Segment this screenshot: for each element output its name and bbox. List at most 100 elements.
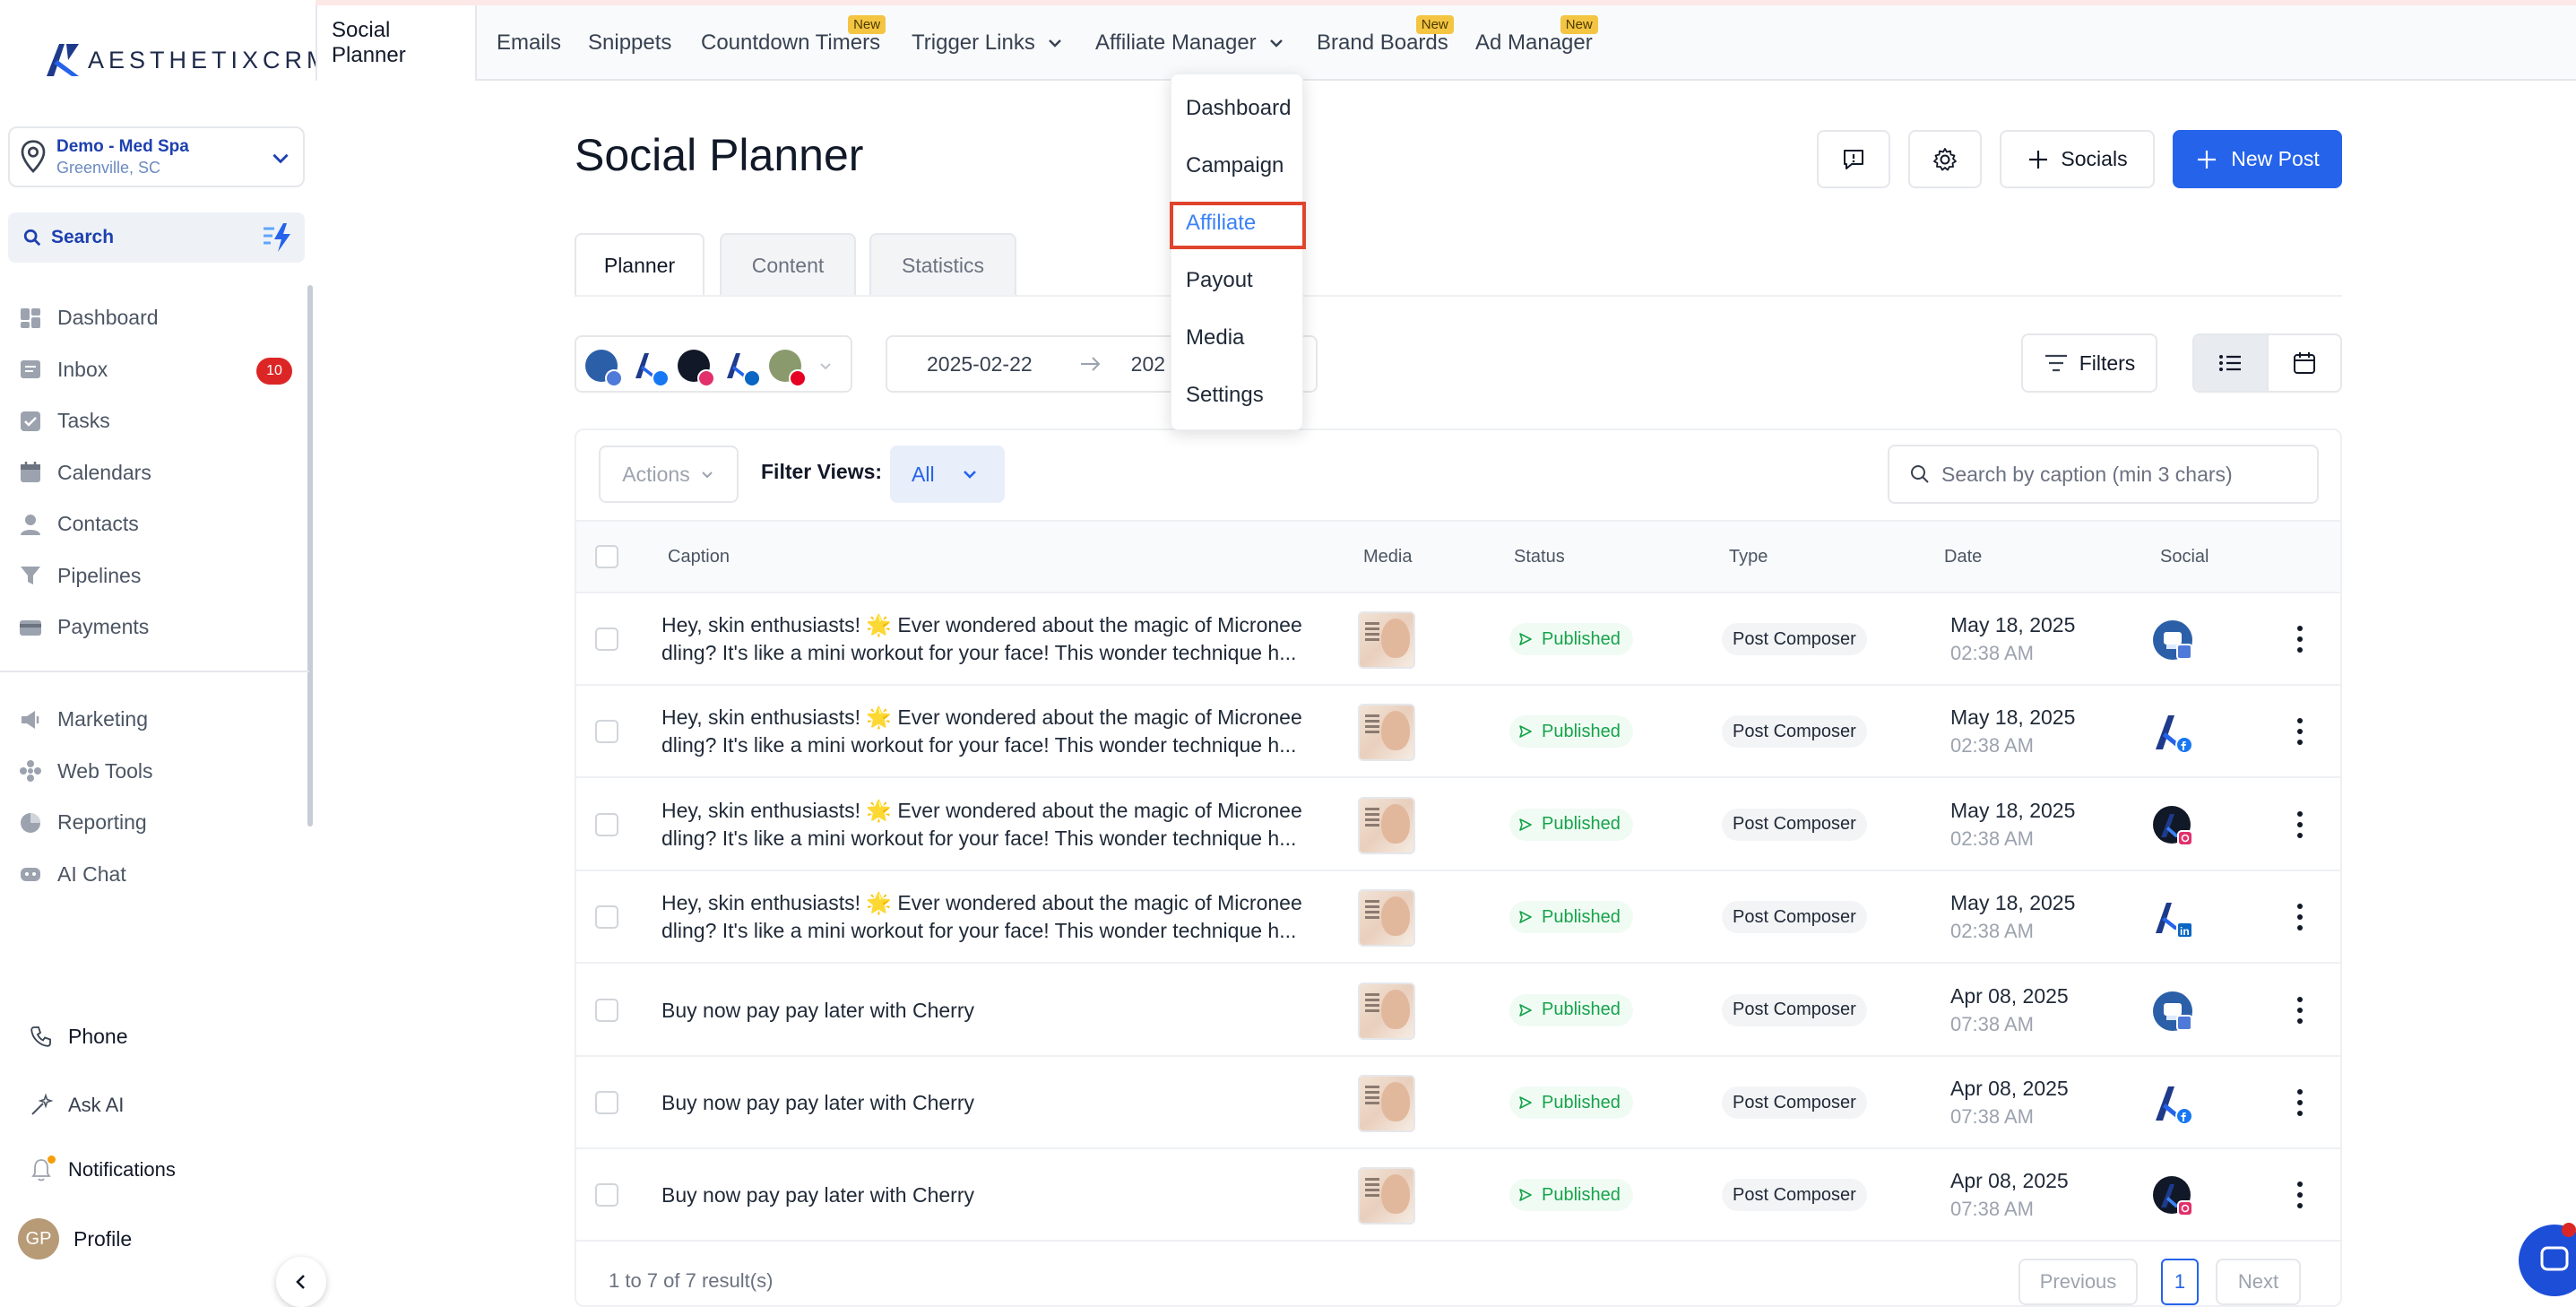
more-options-icon[interactable] <box>2295 624 2304 654</box>
select-all-checkbox[interactable] <box>595 545 618 568</box>
row-checkbox[interactable] <box>595 1091 618 1114</box>
sidebar-item-contacts[interactable]: Contacts <box>0 498 316 550</box>
caption-line-2[interactable]: dling? It's like a mini workout for your… <box>661 731 1336 759</box>
add-socials-button[interactable]: Socials <box>2000 130 2155 188</box>
caption-line-2[interactable]: dling? It's like a mini workout for your… <box>661 639 1336 667</box>
more-options-icon[interactable] <box>2295 1180 2304 1210</box>
tab-countdown-timers[interactable]: Countdown Timers New <box>701 5 886 81</box>
more-options-icon[interactable] <box>2295 902 2304 932</box>
caption-line-1[interactable]: Buy now pay pay later with Cherry <box>661 997 1336 1025</box>
media-thumbnail[interactable] <box>1358 982 1415 1040</box>
sidebar-item-calendars[interactable]: Calendars <box>0 447 316 499</box>
table-row[interactable]: Buy now pay pay later with Cherry Publis… <box>576 1057 2340 1149</box>
tab-emails[interactable]: Emails <box>497 5 561 81</box>
caption-line-1[interactable]: Hey, skin enthusiasts! 🌟 Ever wondered a… <box>661 889 1336 917</box>
feedback-button[interactable] <box>1817 130 1890 188</box>
sidebar-item-reporting[interactable]: Reporting <box>0 797 316 849</box>
ask-ai-button[interactable]: Ask AI <box>27 1091 124 1120</box>
menu-item-dashboard[interactable]: Dashboard <box>1186 96 1291 121</box>
tab-brand-boards[interactable]: Brand Boards New <box>1317 5 1454 81</box>
previous-page-button[interactable]: Previous <box>2018 1259 2138 1305</box>
tab-snippets[interactable]: Snippets <box>588 5 671 81</box>
profile-button[interactable]: GP Profile <box>18 1218 132 1259</box>
media-thumbnail[interactable] <box>1358 704 1415 762</box>
sidebar-item-payments[interactable]: Payments <box>0 602 316 654</box>
menu-item-media[interactable]: Media <box>1186 325 1244 351</box>
next-page-button[interactable]: Next <box>2216 1259 2301 1305</box>
menu-item-payout[interactable]: Payout <box>1186 268 1253 293</box>
tab-social-planner[interactable]: Social Planner <box>316 5 477 81</box>
type-badge: Post Composer <box>1722 623 1867 655</box>
caption-line-1[interactable]: Hey, skin enthusiasts! 🌟 Ever wondered a… <box>661 611 1336 639</box>
collapse-sidebar-button[interactable] <box>276 1257 326 1307</box>
caption-search-input[interactable]: Search by caption (min 3 chars) <box>1888 445 2319 504</box>
menu-item-settings[interactable]: Settings <box>1186 383 1264 408</box>
table-row[interactable]: Hey, skin enthusiasts! 🌟 Ever wondered a… <box>576 779 2340 871</box>
table-row[interactable]: Buy now pay pay later with Cherry Publis… <box>576 1149 2340 1242</box>
actions-dropdown[interactable]: Actions <box>599 446 739 503</box>
sidebar-search[interactable]: Search <box>8 212 305 263</box>
inbox-count-badge: 10 <box>256 357 292 385</box>
tab-trigger-links[interactable]: Trigger Links <box>912 5 1064 81</box>
caption-line-1[interactable]: Buy now pay pay later with Cherry <box>661 1089 1336 1117</box>
row-checkbox[interactable] <box>595 628 618 651</box>
sparkle-icon <box>27 1091 56 1120</box>
tab-ad-manager[interactable]: Ad Manager New <box>1475 5 1598 81</box>
facebook-social-icon <box>2152 712 2193 755</box>
list-view-button[interactable] <box>2194 335 2269 391</box>
sidebar-item-web-tools[interactable]: Web Tools <box>0 746 316 798</box>
tab-label: Content <box>751 253 825 277</box>
more-options-icon[interactable] <box>2295 809 2304 840</box>
table-row[interactable]: Hey, skin enthusiasts! 🌟 Ever wondered a… <box>576 686 2340 779</box>
account-selector[interactable] <box>575 335 852 393</box>
caption-line-2[interactable]: dling? It's like a mini workout for your… <box>661 917 1336 945</box>
row-checkbox[interactable] <box>595 998 618 1022</box>
new-post-label: New Post <box>2231 147 2320 170</box>
settings-button[interactable] <box>1908 130 1982 188</box>
sidebar-item-label: Tasks <box>57 409 110 433</box>
menu-item-campaign[interactable]: Campaign <box>1186 153 1284 178</box>
table-row[interactable]: Hey, skin enthusiasts! 🌟 Ever wondered a… <box>576 871 2340 965</box>
more-options-icon[interactable] <box>2295 995 2304 1026</box>
tab-planner[interactable]: Planner <box>575 233 705 296</box>
phone-button[interactable]: Phone <box>27 1022 128 1051</box>
sidebar-item-ai-chat[interactable]: AI Chat <box>0 849 316 901</box>
row-checkbox[interactable] <box>595 905 618 930</box>
media-thumbnail[interactable] <box>1358 889 1415 948</box>
location-switcher[interactable]: Demo - Med Spa Greenville, SC <box>8 126 305 187</box>
filters-button[interactable]: Filters <box>2021 333 2157 393</box>
tab-label: Planner <box>603 253 676 277</box>
new-post-button[interactable]: New Post <box>2173 130 2342 188</box>
brand-logo[interactable]: AESTHETIXCRM <box>43 38 332 82</box>
media-thumbnail[interactable] <box>1358 611 1415 669</box>
tab-content[interactable]: Content <box>720 233 856 296</box>
caption-line-2[interactable]: dling? It's like a mini workout for your… <box>661 825 1336 853</box>
tab-statistics[interactable]: Statistics <box>869 233 1016 296</box>
caption-line-1[interactable]: Buy now pay pay later with Cherry <box>661 1181 1336 1209</box>
row-checkbox[interactable] <box>595 1183 618 1207</box>
row-checkbox[interactable] <box>595 812 618 836</box>
row-checkbox[interactable] <box>595 720 618 744</box>
table-row[interactable]: Hey, skin enthusiasts! 🌟 Ever wondered a… <box>576 593 2340 686</box>
filter-views-select[interactable]: All <box>890 446 1005 503</box>
page-number-button[interactable]: 1 <box>2161 1259 2199 1305</box>
media-thumbnail[interactable] <box>1358 1075 1415 1132</box>
more-options-icon[interactable] <box>2295 1087 2304 1118</box>
filters-label: Filters <box>2079 351 2136 375</box>
caption-line-1[interactable]: Hey, skin enthusiasts! 🌟 Ever wondered a… <box>661 797 1336 825</box>
sidebar-item-inbox[interactable]: Inbox 10 <box>0 344 316 396</box>
table-row[interactable]: Buy now pay pay later with Cherry Publis… <box>576 965 2340 1057</box>
media-thumbnail[interactable] <box>1358 796 1415 854</box>
media-thumbnail[interactable] <box>1358 1167 1415 1225</box>
post-date: Apr 08, 2025 <box>1950 983 2069 1008</box>
quick-actions-icon[interactable] <box>260 221 294 254</box>
more-options-icon[interactable] <box>2295 716 2304 747</box>
sidebar-item-tasks[interactable]: Tasks <box>0 395 316 447</box>
notifications-button[interactable]: Notifications <box>27 1156 176 1184</box>
sidebar-item-pipelines[interactable]: Pipelines <box>0 550 316 602</box>
tab-affiliate-manager[interactable]: Affiliate Manager <box>1095 5 1285 81</box>
sidebar-item-dashboard[interactable]: Dashboard <box>0 292 316 344</box>
caption-line-1[interactable]: Hey, skin enthusiasts! 🌟 Ever wondered a… <box>661 704 1336 731</box>
calendar-view-button[interactable] <box>2269 335 2341 391</box>
sidebar-item-marketing[interactable]: Marketing <box>0 694 316 746</box>
